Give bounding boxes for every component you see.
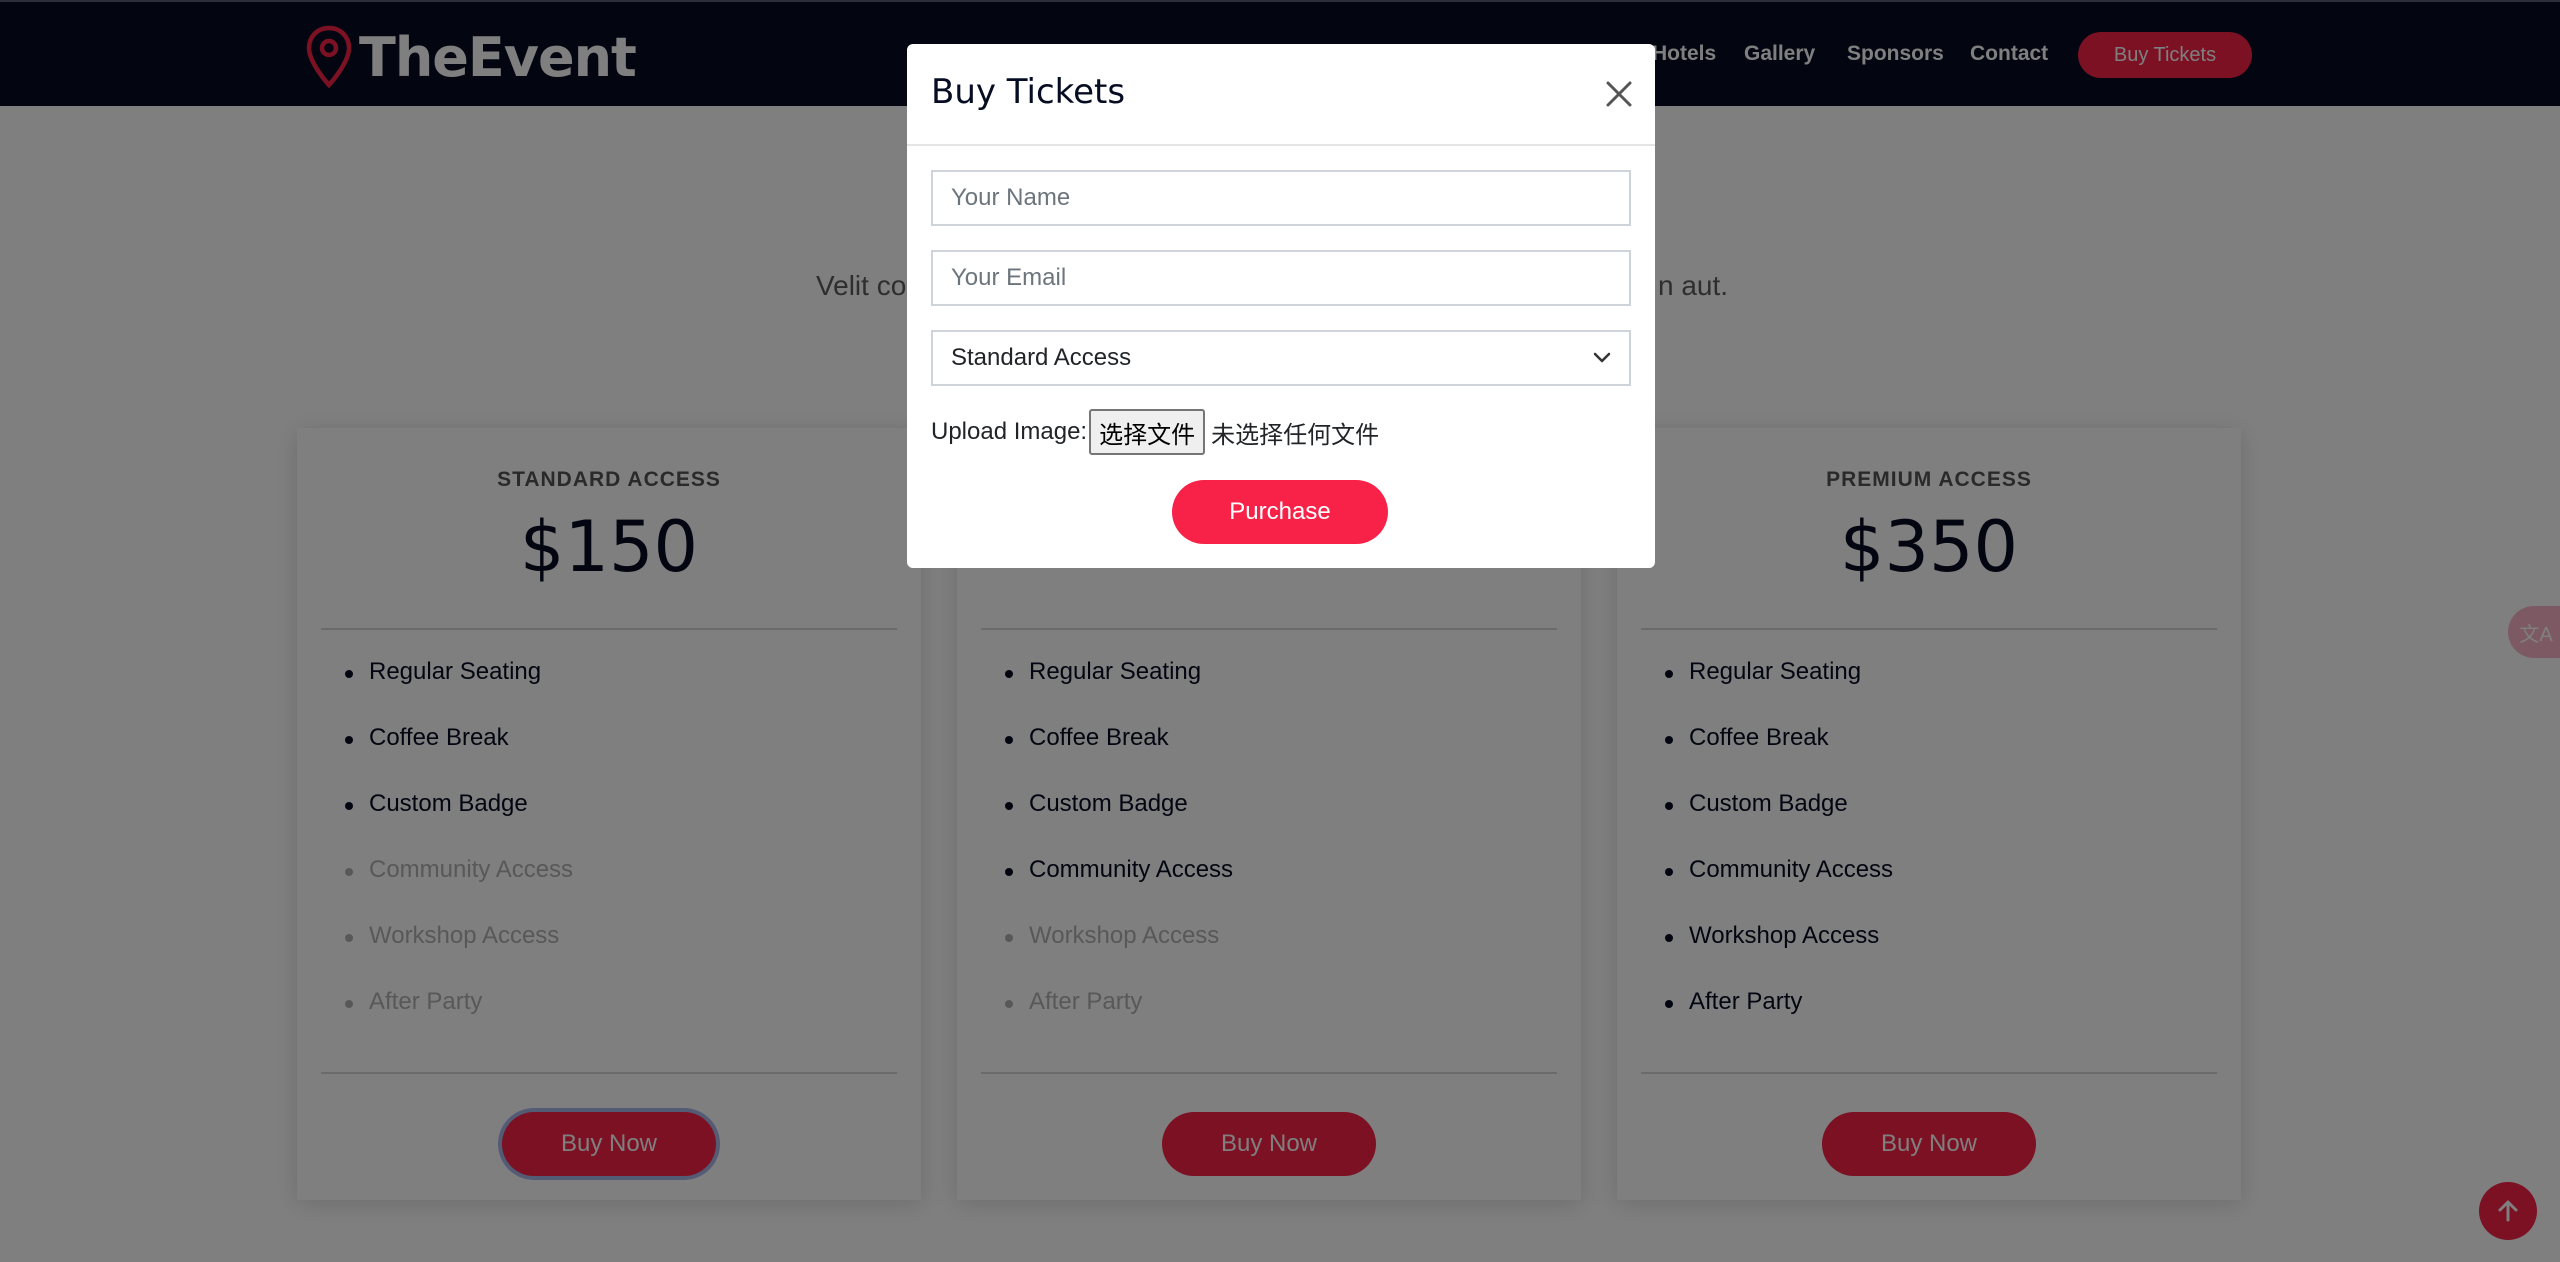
choose-file-button[interactable]: 选择文件	[1089, 409, 1206, 455]
upload-label: Upload Image:	[931, 418, 1088, 445]
ticket-type-select[interactable]: Standard Access	[931, 330, 1631, 386]
chevron-down-icon	[1593, 352, 1611, 363]
purchase-button[interactable]: Purchase	[1172, 480, 1388, 544]
close-icon[interactable]	[1603, 78, 1635, 110]
file-status: 未选择任何文件	[1211, 421, 1380, 449]
modal-header: Buy Tickets	[907, 44, 1655, 146]
ticket-type-value: Standard Access	[951, 344, 1132, 371]
modal-title: Buy Tickets	[931, 72, 1126, 112]
email-input[interactable]: Your Email	[931, 250, 1631, 306]
name-input[interactable]: Your Name	[931, 170, 1631, 226]
upload-row: Upload Image: 选择文件 未选择任何文件	[931, 409, 1380, 455]
buy-tickets-modal: Buy Tickets Your Name Your Email Standar…	[907, 44, 1655, 568]
